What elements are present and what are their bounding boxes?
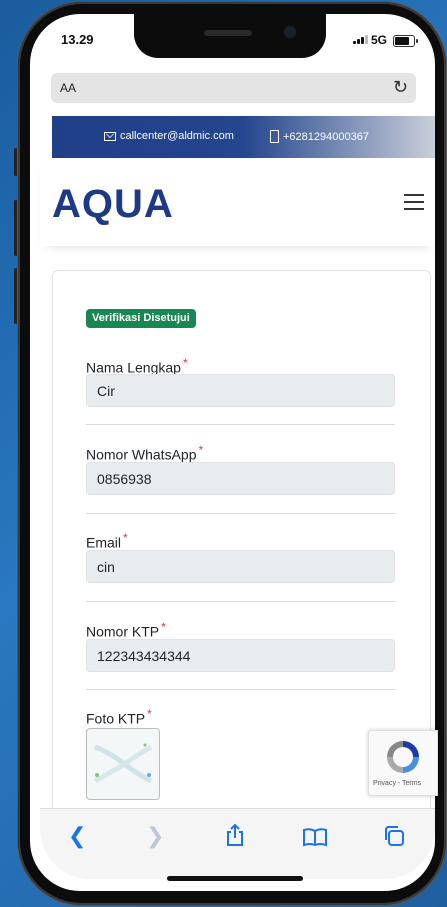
nomor-whatsapp-input[interactable]: 0856938 <box>86 462 395 495</box>
label-nomor-ktp: Nomor KTP * <box>86 620 166 640</box>
label-text: Nomor KTP <box>86 623 160 640</box>
divider <box>86 513 395 514</box>
nama-lengkap-input[interactable]: Cir <box>86 374 395 407</box>
home-indicator[interactable] <box>167 876 303 881</box>
envelope-icon <box>104 131 116 141</box>
recaptcha-privacy-terms[interactable]: Privacy - Terms <box>373 780 421 787</box>
email-input[interactable]: cin <box>86 550 395 583</box>
address-bar[interactable]: AA ↻ <box>51 73 416 103</box>
forward-icon[interactable]: ❯ <box>146 823 164 849</box>
divider <box>86 689 395 690</box>
divider <box>86 424 395 425</box>
verification-status-badge: Verifikasi Disetujui <box>86 309 196 328</box>
ktp-image-icon <box>93 743 153 784</box>
required-mark: * <box>182 356 188 370</box>
share-icon[interactable] <box>224 823 246 847</box>
divider <box>86 601 395 602</box>
aqua-logo[interactable]: AQUA <box>52 182 174 227</box>
site-header: AQUA <box>40 158 435 246</box>
label-email: Email * <box>86 531 128 551</box>
signal-icon <box>353 35 368 44</box>
required-mark: * <box>123 531 128 545</box>
speaker <box>204 30 252 36</box>
label-foto-ktp: Foto KTP * <box>86 707 152 727</box>
reload-icon[interactable]: ↻ <box>393 77 408 98</box>
contact-phone[interactable]: +6281294000367 <box>270 130 369 143</box>
label-text: Nomor WhatsApp <box>86 446 197 463</box>
label-text: Email <box>86 534 122 551</box>
contact-phone-text: +6281294000367 <box>283 130 369 143</box>
back-icon[interactable]: ❮ <box>68 823 86 849</box>
battery-icon <box>393 35 418 47</box>
required-mark: * <box>147 707 152 721</box>
nomor-ktp-input[interactable]: 122343434344 <box>86 639 395 672</box>
reader-aa-button[interactable]: AA <box>60 81 76 95</box>
bookmarks-icon[interactable] <box>302 827 328 847</box>
contact-email-text: callcenter@aldmic.com <box>120 130 234 142</box>
hamburger-menu-icon[interactable] <box>404 194 424 215</box>
status-time: 13.29 <box>61 32 94 47</box>
ktp-photo-thumbnail[interactable] <box>86 728 160 800</box>
recaptcha-icon <box>387 741 419 773</box>
notch <box>134 14 326 58</box>
required-mark: * <box>161 620 166 634</box>
front-camera <box>284 26 296 38</box>
required-mark: * <box>198 443 204 457</box>
label-nama-lengkap: Nama Lengkap * <box>86 356 188 376</box>
network-type: 5G <box>371 33 388 47</box>
recaptcha-badge[interactable]: Privacy - Terms <box>368 730 438 796</box>
status-bar: 13.29 5G <box>30 14 435 58</box>
tabs-icon[interactable] <box>383 825 405 847</box>
label-nomor-whatsapp: Nomor WhatsApp * <box>86 443 203 463</box>
mobile-phone-icon <box>270 130 279 143</box>
contact-email[interactable]: callcenter@aldmic.com <box>104 130 234 142</box>
contact-topbar: callcenter@aldmic.com +6281294000367 <box>52 116 435 158</box>
safari-toolbar: ❮ ❯ <box>40 808 435 879</box>
label-text: Foto KTP <box>86 710 146 727</box>
